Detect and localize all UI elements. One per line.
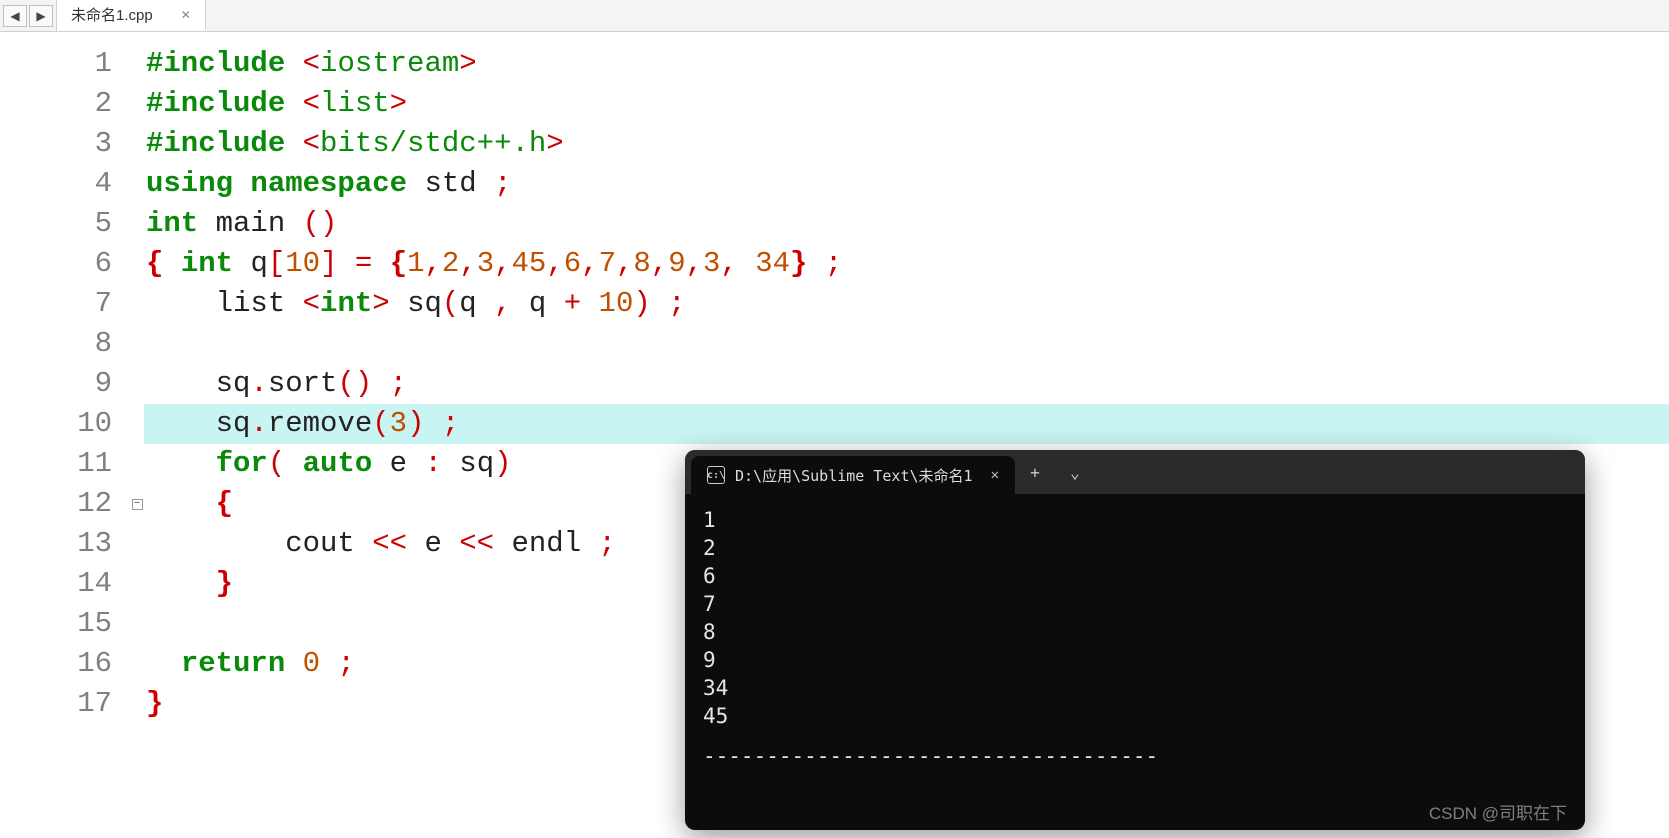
tab-dropdown-button[interactable]: ⌄ bbox=[1055, 450, 1095, 494]
code-line[interactable]: sq.sort() ; bbox=[144, 364, 1669, 404]
line-number: 8 bbox=[0, 324, 112, 364]
tab-nav: ◀ ▶ bbox=[0, 0, 57, 31]
terminal-window[interactable]: c:\ D:\应用\Sublime Text\未命名1 ✕ + ⌄ 126789… bbox=[685, 450, 1585, 830]
terminal-line: 6 bbox=[703, 562, 1567, 590]
terminal-output[interactable]: 1267893445 -----------------------------… bbox=[685, 494, 1585, 830]
terminal-line: 8 bbox=[703, 618, 1567, 646]
terminal-separator: ------------------------------------ bbox=[703, 742, 1567, 770]
tab-title: 未命名1.cpp bbox=[71, 4, 153, 25]
line-number: 4 bbox=[0, 164, 112, 204]
line-number: 11 bbox=[0, 444, 112, 484]
line-number-gutter: 1234567891011121314151617 bbox=[0, 32, 130, 838]
line-number: 9 bbox=[0, 364, 112, 404]
terminal-tab[interactable]: c:\ D:\应用\Sublime Text\未命名1 ✕ bbox=[691, 456, 1015, 494]
code-line[interactable]: list <int> sq(q , q + 10) ; bbox=[144, 284, 1669, 324]
editor-tab[interactable]: 未命名1.cpp ✕ bbox=[57, 0, 206, 31]
terminal-titlebar[interactable]: c:\ D:\应用\Sublime Text\未命名1 ✕ + ⌄ bbox=[685, 450, 1585, 494]
tab-prev-button[interactable]: ◀ bbox=[3, 5, 27, 27]
line-number: 3 bbox=[0, 124, 112, 164]
code-line[interactable] bbox=[144, 324, 1669, 364]
code-line[interactable]: { int q[10] = {1,2,3,45,6,7,8,9,3, 34} ; bbox=[144, 244, 1669, 284]
terminal-tab-close-icon[interactable]: ✕ bbox=[991, 467, 999, 483]
line-number: 6 bbox=[0, 244, 112, 284]
line-number: 14 bbox=[0, 564, 112, 604]
line-number: 16 bbox=[0, 644, 112, 684]
new-tab-button[interactable]: + bbox=[1015, 450, 1055, 494]
line-number: 12 bbox=[0, 484, 112, 524]
line-number: 13 bbox=[0, 524, 112, 564]
fold-toggle-icon[interactable]: − bbox=[132, 499, 143, 510]
line-number: 5 bbox=[0, 204, 112, 244]
line-number: 10 bbox=[0, 404, 112, 444]
terminal-line: 9 bbox=[703, 646, 1567, 674]
code-line[interactable]: #include <iostream> bbox=[144, 44, 1669, 84]
terminal-line: 7 bbox=[703, 590, 1567, 618]
code-line[interactable]: using namespace std ; bbox=[144, 164, 1669, 204]
watermark: CSDN @司职在下 bbox=[1429, 799, 1567, 824]
terminal-tab-title: D:\应用\Sublime Text\未命名1 bbox=[735, 465, 973, 486]
terminal-line: 45 bbox=[703, 702, 1567, 730]
terminal-line: 34 bbox=[703, 674, 1567, 702]
line-number: 17 bbox=[0, 684, 112, 724]
code-line[interactable]: #include <bits/stdc++.h> bbox=[144, 124, 1669, 164]
terminal-line: 1 bbox=[703, 506, 1567, 534]
code-line[interactable]: #include <list> bbox=[144, 84, 1669, 124]
terminal-line: 2 bbox=[703, 534, 1567, 562]
line-number: 2 bbox=[0, 84, 112, 124]
line-number: 15 bbox=[0, 604, 112, 644]
fold-column: − bbox=[130, 32, 144, 838]
line-number: 1 bbox=[0, 44, 112, 84]
code-line[interactable]: sq.remove(3) ; bbox=[144, 404, 1669, 444]
tab-next-button[interactable]: ▶ bbox=[29, 5, 53, 27]
tab-close-icon[interactable]: ✕ bbox=[181, 8, 191, 22]
terminal-icon: c:\ bbox=[707, 466, 725, 484]
code-line[interactable]: int main () bbox=[144, 204, 1669, 244]
line-number: 7 bbox=[0, 284, 112, 324]
tab-bar: ◀ ▶ 未命名1.cpp ✕ bbox=[0, 0, 1669, 32]
